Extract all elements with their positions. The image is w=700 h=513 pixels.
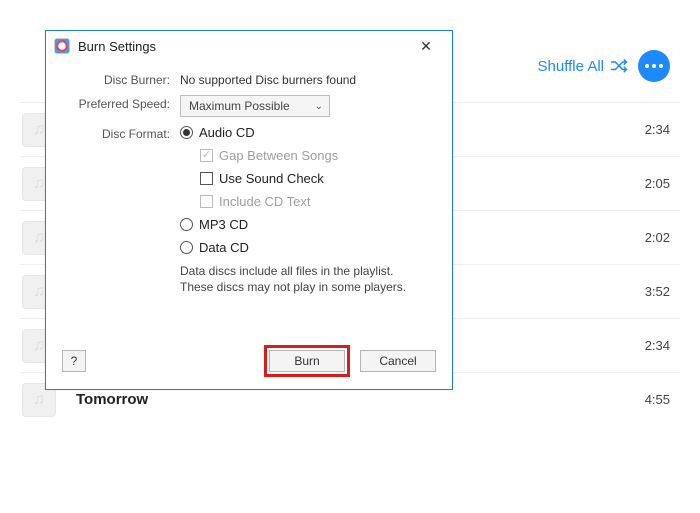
track-duration: 2:05 xyxy=(620,176,670,191)
cancel-button[interactable]: Cancel xyxy=(360,350,436,372)
data-cd-note: Data discs include all files in the play… xyxy=(180,263,410,295)
more-icon xyxy=(645,64,649,68)
disc-burner-label: Disc Burner: xyxy=(62,71,180,87)
chevron-down-icon: ⌄ xyxy=(315,101,323,112)
music-note-icon: ♫ xyxy=(33,176,45,192)
shuffle-all-label: Shuffle All xyxy=(538,58,604,75)
close-button[interactable]: ✕ xyxy=(406,38,446,55)
include-cd-text-label: Include CD Text xyxy=(219,194,311,209)
dialog-titlebar[interactable]: Burn Settings ✕ xyxy=(46,31,452,61)
checkbox-icon xyxy=(200,195,213,208)
track-duration: 4:55 xyxy=(620,392,670,407)
radio-mp3-cd[interactable]: MP3 CD xyxy=(180,217,436,232)
more-button[interactable] xyxy=(638,50,670,82)
burn-highlight: Burn xyxy=(264,345,350,377)
radio-audio-cd-label: Audio CD xyxy=(199,125,255,140)
radio-audio-cd[interactable]: Audio CD xyxy=(180,125,436,140)
music-note-icon: ♫ xyxy=(33,230,45,246)
radio-icon xyxy=(180,241,193,254)
checkbox-include-cd-text[interactable]: Include CD Text xyxy=(200,194,436,209)
burn-settings-dialog: Burn Settings ✕ Disc Burner: No supporte… xyxy=(45,30,453,390)
preferred-speed-value: Maximum Possible xyxy=(189,99,290,113)
shuffle-icon xyxy=(610,59,628,73)
shuffle-all-button[interactable]: Shuffle All xyxy=(538,58,628,75)
music-note-icon: ♫ xyxy=(33,284,45,300)
music-note-icon: ♫ xyxy=(33,122,45,138)
track-title: Tomorrow xyxy=(76,391,620,408)
music-note-icon: ♫ xyxy=(33,392,45,408)
dialog-button-row: ? Burn Cancel xyxy=(46,345,452,377)
radio-data-cd[interactable]: Data CD xyxy=(180,240,436,255)
disc-burner-status: No supported Disc burners found xyxy=(180,71,436,87)
track-duration: 2:02 xyxy=(620,230,670,245)
close-icon: ✕ xyxy=(420,38,432,54)
preferred-speed-select[interactable]: Maximum Possible ⌄ xyxy=(180,95,330,117)
track-duration: 2:34 xyxy=(620,338,670,353)
burn-button[interactable]: Burn xyxy=(269,350,345,372)
checkbox-icon xyxy=(200,172,213,185)
dialog-form: Disc Burner: No supported Disc burners f… xyxy=(46,61,452,315)
radio-icon xyxy=(180,126,193,139)
radio-icon xyxy=(180,218,193,231)
track-duration: 3:52 xyxy=(620,284,670,299)
help-button[interactable]: ? xyxy=(62,350,86,372)
preferred-speed-label: Preferred Speed: xyxy=(62,95,180,111)
dialog-title: Burn Settings xyxy=(78,39,406,54)
checkbox-icon: ✓ xyxy=(200,149,213,162)
track-duration: 2:34 xyxy=(620,122,670,137)
radio-data-cd-label: Data CD xyxy=(199,240,249,255)
use-sound-check-label: Use Sound Check xyxy=(219,171,324,186)
disc-format-label: Disc Format: xyxy=(62,125,180,141)
itunes-icon xyxy=(54,38,70,54)
checkbox-gap-between-songs[interactable]: ✓ Gap Between Songs xyxy=(200,148,436,163)
radio-mp3-cd-label: MP3 CD xyxy=(199,217,248,232)
checkbox-use-sound-check[interactable]: Use Sound Check xyxy=(200,171,436,186)
gap-between-songs-label: Gap Between Songs xyxy=(219,148,338,163)
music-note-icon: ♫ xyxy=(33,338,45,354)
